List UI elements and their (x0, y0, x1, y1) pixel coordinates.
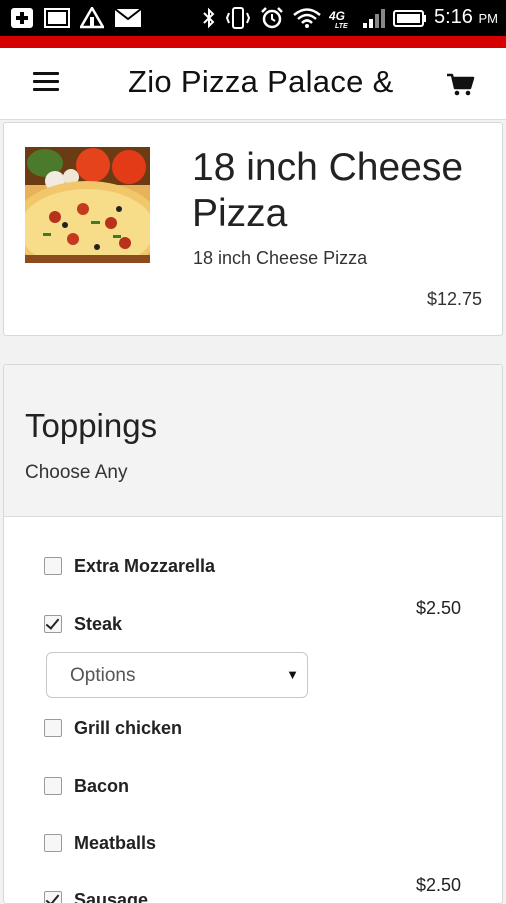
topping-item-bacon[interactable]: Bacon (44, 772, 129, 800)
add-box-icon (10, 7, 34, 29)
status-notifications (10, 7, 142, 29)
topping-item-extra-mozzarella[interactable]: Extra Mozzarella (44, 552, 215, 580)
product-title: 18 inch Cheese Pizza (192, 145, 497, 237)
status-system: 4GLTE 5:16 PM (201, 6, 498, 29)
battery-icon (393, 7, 427, 29)
topping-label: Grill chicken (74, 718, 182, 739)
status-time: 5:16 PM (434, 6, 498, 29)
checkbox[interactable] (44, 834, 62, 852)
topping-label: Bacon (74, 776, 129, 797)
checkbox[interactable] (44, 719, 62, 737)
topping-item-sausage[interactable]: Sausage (44, 886, 148, 904)
hamburger-menu-icon[interactable] (33, 72, 59, 94)
topping-item-grill-chicken[interactable]: Grill chicken (44, 714, 182, 742)
topping-label: Sausage (74, 890, 148, 904)
steak-options-select[interactable]: Options ▼ (46, 652, 308, 698)
checkbox[interactable] (44, 557, 62, 575)
topping-label: Meatballs (74, 833, 156, 854)
product-description: 18 inch Cheese Pizza (193, 248, 367, 269)
4g-lte-icon: 4GLTE (329, 7, 355, 29)
topping-price: $2.50 (416, 875, 461, 896)
toppings-card: Toppings Choose Any Extra Mozzarella $2.… (3, 364, 503, 904)
drive-icon (80, 7, 104, 29)
topping-label: Steak (74, 614, 122, 635)
vibrate-icon (224, 7, 252, 29)
product-price: $12.75 (427, 289, 482, 310)
status-bar: 4GLTE 5:16 PM (0, 0, 506, 36)
dropdown-arrow-icon: ▼ (286, 667, 299, 682)
toppings-title: Toppings (25, 407, 157, 445)
accent-bar (0, 36, 506, 48)
mail-icon (114, 7, 142, 29)
gallery-icon (44, 7, 70, 29)
product-card: 18 inch Cheese Pizza 18 inch Cheese Pizz… (3, 122, 503, 336)
svg-text:LTE: LTE (335, 23, 348, 29)
toppings-subtitle: Choose Any (25, 462, 127, 484)
checkbox[interactable] (44, 777, 62, 795)
checkbox-checked[interactable] (44, 891, 62, 904)
toppings-header: Toppings Choose Any (4, 365, 502, 517)
wifi-icon (292, 7, 322, 29)
app-title: Zio Pizza Palace & (128, 64, 400, 104)
pizza-image (25, 147, 150, 263)
app-bar: Zio Pizza Palace & (0, 48, 506, 120)
topping-item-meatballs[interactable]: Meatballs (44, 829, 156, 857)
topping-price: $2.50 (416, 598, 461, 619)
topping-item-steak[interactable]: Steak (44, 610, 122, 638)
alarm-icon (259, 7, 285, 29)
bluetooth-icon (201, 7, 217, 29)
svg-text:4G: 4G (329, 9, 345, 23)
checkbox-checked[interactable] (44, 615, 62, 633)
topping-label: Extra Mozzarella (74, 556, 215, 577)
select-value: Options (70, 665, 135, 687)
signal-icon (362, 7, 386, 29)
shopping-cart-icon[interactable] (446, 72, 476, 98)
